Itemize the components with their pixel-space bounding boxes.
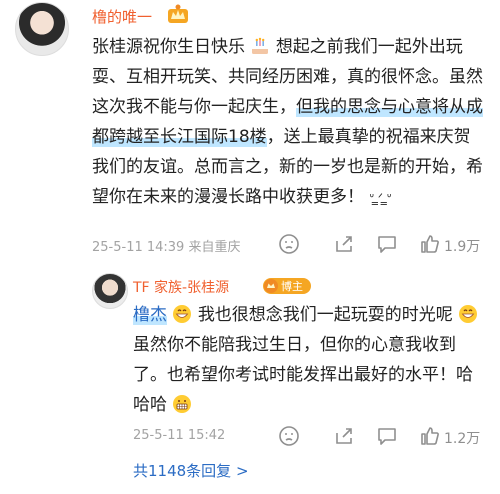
reply-meta: 25-5-11 15:42 <box>133 428 226 443</box>
like-count: 1.2万 <box>444 431 481 447</box>
emoji-reaction-icon[interactable] <box>278 425 300 447</box>
crown-badge-icon <box>168 4 188 23</box>
comment-text-1: 张桂源祝你生日快乐 <box>92 37 245 57</box>
reply-body: 橹杰 我也很想念我们一起玩耍的时光呢 虽然你不能陪我过生日，但你的心意我收到了。… <box>133 300 488 420</box>
grinning-face-icon <box>173 305 192 323</box>
mention-link[interactable]: 橹杰 <box>133 305 167 325</box>
birthday-cake-icon <box>252 37 269 54</box>
user-avatar[interactable] <box>15 2 69 56</box>
reply-avatar[interactable] <box>92 273 128 309</box>
comment-meta: 25-5-11 14:39 来自重庆 <box>92 240 241 255</box>
more-replies-link[interactable]: 共1148条回复 > <box>133 460 249 481</box>
comment-body: 张桂源祝你生日快乐 想起之前我们一起外出玩耍、互相开玩笑、共同经历困难，真的很怀… <box>92 32 487 213</box>
like-count: 1.9万 <box>444 239 481 255</box>
like-icon[interactable] <box>419 425 441 447</box>
share-icon[interactable] <box>333 233 355 255</box>
comment-emoticon: ᐡ ̳ᐟ ̳ᐡ <box>369 191 392 205</box>
grimacing-face-icon <box>173 395 192 413</box>
reply-username[interactable]: TF 家族-张桂源 <box>133 277 229 297</box>
blogger-badge-label: 博主 <box>281 280 303 293</box>
emoji-reaction-icon[interactable] <box>278 233 300 255</box>
comment-icon[interactable] <box>376 425 398 447</box>
comment-icon[interactable] <box>376 233 398 255</box>
comment-username[interactable]: 橹的唯一 <box>92 6 152 27</box>
grinning-face-icon <box>459 305 478 323</box>
like-icon[interactable] <box>419 233 441 255</box>
share-icon[interactable] <box>333 425 355 447</box>
reply-text-1: 我也很想念我们一起玩耍的时光呢 <box>197 305 453 325</box>
